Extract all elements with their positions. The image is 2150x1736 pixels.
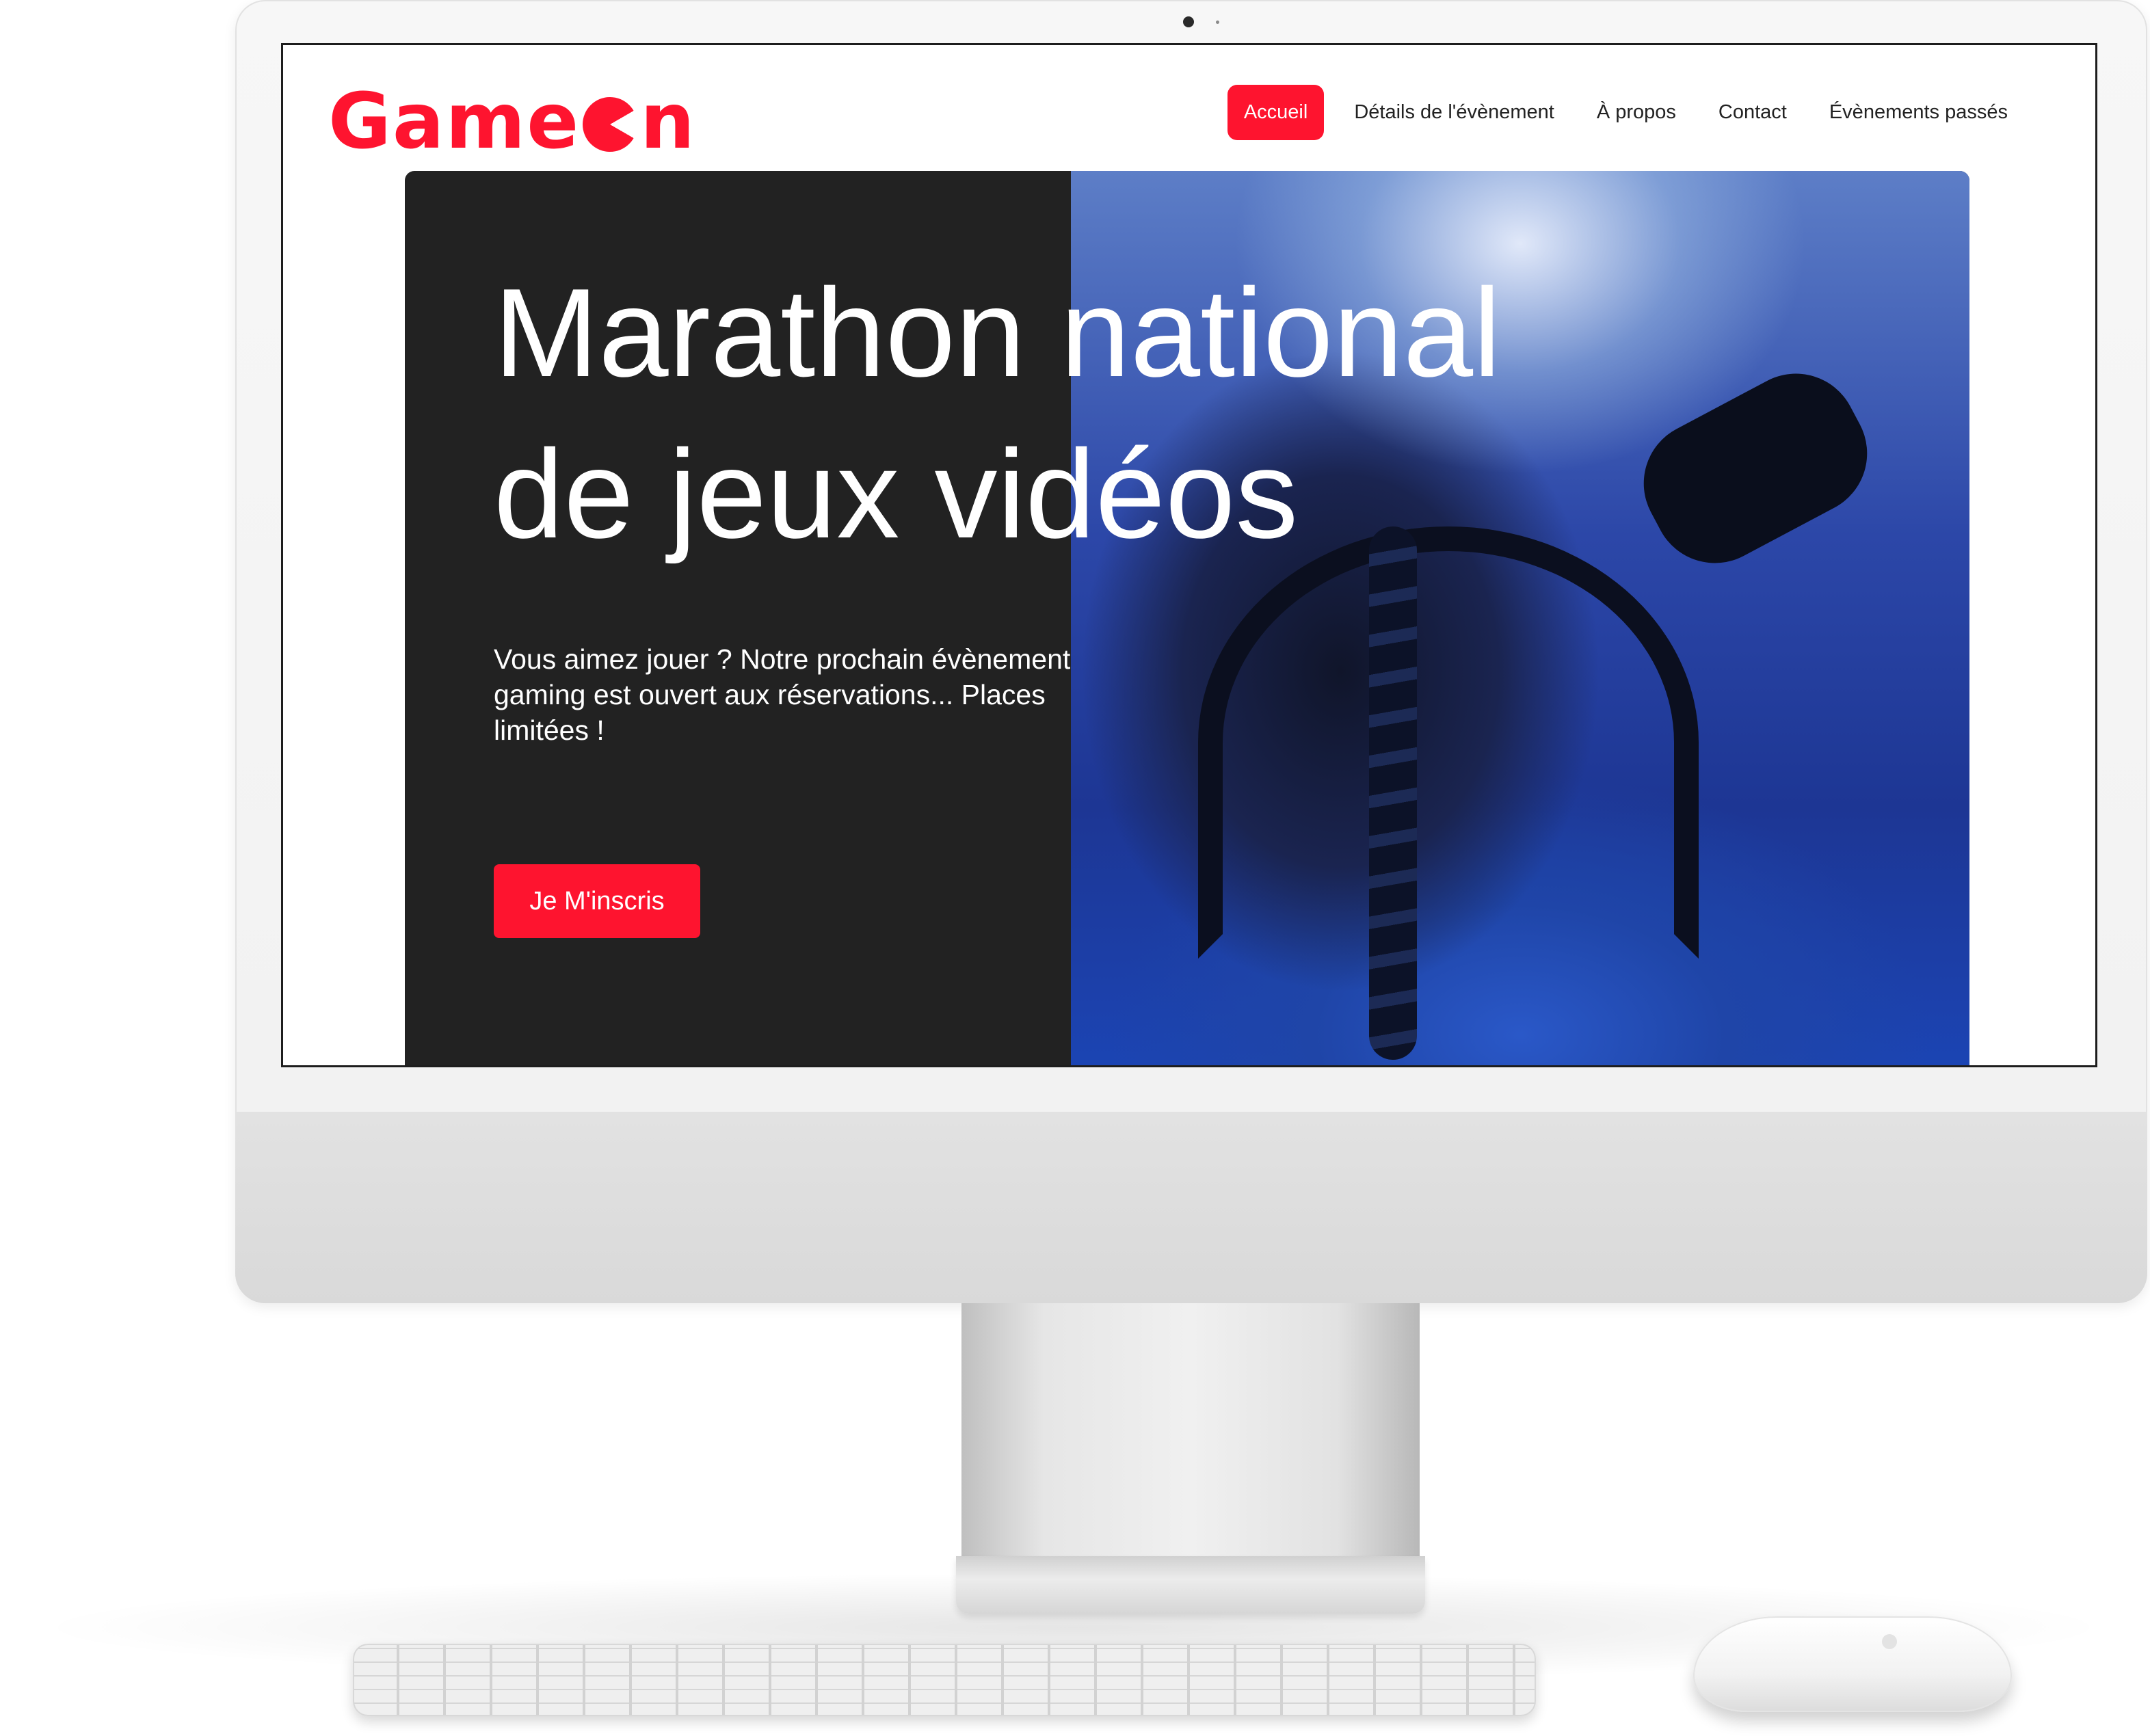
braid-shape [1369, 526, 1417, 1060]
headphones-shape [1198, 526, 1699, 959]
imac-stand-base [956, 1556, 1425, 1614]
camera-icon [1183, 16, 1194, 27]
camera-sensor [1216, 21, 1219, 24]
nav-item-accueil[interactable]: Accueil [1227, 85, 1325, 140]
imac-stand [961, 1303, 1420, 1556]
logo-pacman-icon [583, 97, 638, 152]
hero-section: Marathon national de jeux vidéos Vous ai… [405, 171, 1969, 1065]
imac-chin [235, 1112, 2147, 1303]
hero-title: Marathon national de jeux vidéos [494, 262, 1501, 564]
logo-text-left: Game [328, 77, 581, 166]
logo-text-right: n [640, 77, 696, 166]
site-logo[interactable]: Game n [328, 83, 696, 160]
nav-item-evenements-passes[interactable]: Évènements passés [1817, 88, 2020, 137]
keyboard [353, 1644, 1536, 1716]
nav-item-a-propos[interactable]: À propos [1584, 88, 1688, 137]
hero-description: Vous aimez jouer ? Notre prochain évènem… [494, 643, 1071, 746]
mouse [1693, 1616, 2012, 1712]
signup-button[interactable]: Je M'inscris [494, 864, 700, 938]
main-nav: Accueil Détails de l'évènement À propos … [1227, 85, 2020, 140]
nav-item-details[interactable]: Détails de l'évènement [1342, 88, 1566, 137]
apple-logo-icon [1882, 1634, 1897, 1649]
nav-item-contact[interactable]: Contact [1706, 88, 1799, 137]
browser-viewport: Game n Accueil Détails de l'évènement À p… [283, 45, 2095, 1065]
